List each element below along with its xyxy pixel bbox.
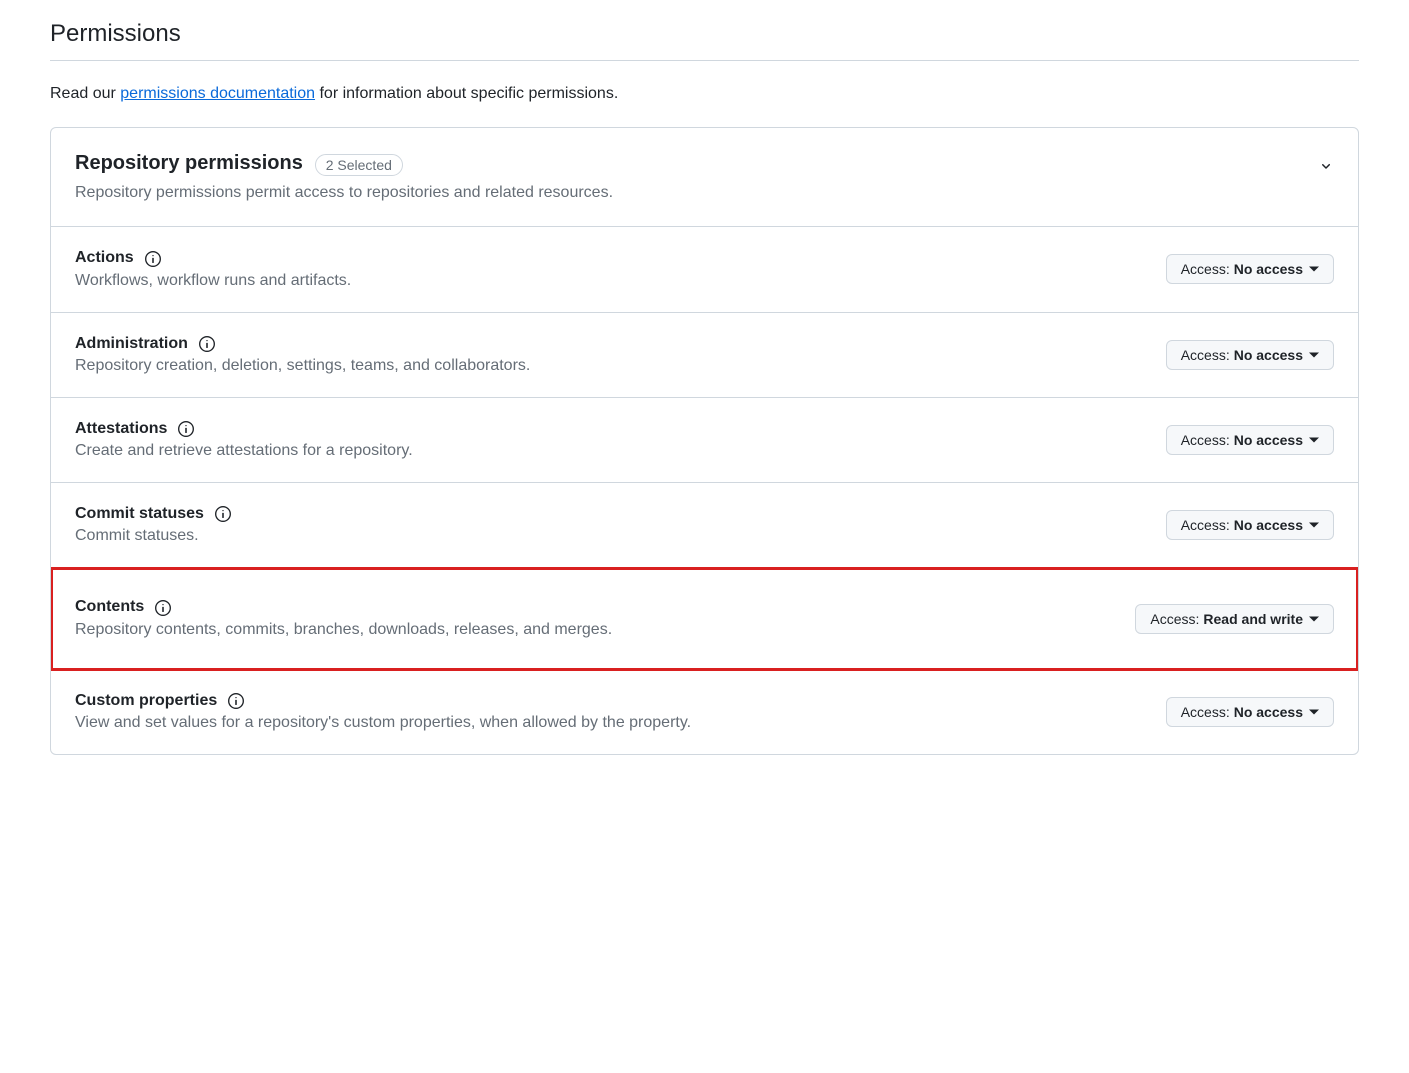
access-prefix: Access: [1181,517,1230,533]
caret-down-icon [1309,520,1319,530]
access-dropdown[interactable]: Access: No access [1166,697,1334,727]
access-prefix: Access: [1150,611,1199,627]
access-prefix: Access: [1181,704,1230,720]
permission-row: Contents Repository contents, commits, b… [51,568,1358,669]
info-icon[interactable] [144,250,162,268]
info-icon[interactable] [227,692,245,710]
selected-count-badge: 2 Selected [315,154,403,176]
access-value: No access [1234,432,1303,448]
panel-header[interactable]: Repository permissions 2 Selected Reposi… [51,128,1358,227]
caret-down-icon [1309,350,1319,360]
access-value: No access [1234,704,1303,720]
info-icon[interactable] [214,505,232,523]
permission-title: Attestations [75,420,167,437]
permission-desc: View and set values for a repository's c… [75,714,691,732]
access-dropdown[interactable]: Access: No access [1166,254,1334,284]
permission-title: Contents [75,598,144,615]
info-icon[interactable] [154,599,172,617]
permission-desc: Commit statuses. [75,527,232,545]
permission-title: Commit statuses [75,505,204,522]
permission-title: Actions [75,249,134,266]
info-icon[interactable] [198,335,216,353]
permission-desc: Create and retrieve attestations for a r… [75,442,413,460]
permission-row: Attestations Create and retrieve attesta… [51,398,1358,483]
permission-desc: Repository creation, deletion, settings,… [75,357,530,375]
panel-desc: Repository permissions permit access to … [75,184,613,202]
caret-down-icon [1309,264,1319,274]
access-value: Read and write [1203,611,1303,627]
access-dropdown[interactable]: Access: No access [1166,340,1334,370]
access-prefix: Access: [1181,432,1230,448]
intro-text: Read our permissions documentation for i… [50,85,1359,103]
intro-suffix: for information about specific permissio… [315,85,618,102]
access-dropdown[interactable]: Access: No access [1166,510,1334,540]
access-value: No access [1234,261,1303,277]
panel-title: Repository permissions [75,152,303,174]
chevron-down-icon [1318,158,1334,174]
page-title: Permissions [50,20,1359,61]
permission-desc: Repository contents, commits, branches, … [75,621,612,639]
caret-down-icon [1309,614,1319,624]
access-dropdown[interactable]: Access: No access [1166,425,1334,455]
intro-prefix: Read our [50,85,120,102]
access-value: No access [1234,347,1303,363]
permission-row: Actions Workflows, workflow runs and art… [51,227,1358,312]
info-icon[interactable] [177,420,195,438]
caret-down-icon [1309,707,1319,717]
permission-title: Custom properties [75,692,217,709]
permission-title: Administration [75,335,188,352]
permission-row: Administration Repository creation, dele… [51,313,1358,398]
permission-desc: Workflows, workflow runs and artifacts. [75,272,351,290]
repo-permissions-panel: Repository permissions 2 Selected Reposi… [50,127,1359,755]
permission-row: Custom properties View and set values fo… [51,670,1358,754]
permission-row: Commit statuses Commit statuses. Access:… [51,483,1358,568]
access-value: No access [1234,517,1303,533]
permissions-doc-link[interactable]: permissions documentation [120,85,315,102]
access-prefix: Access: [1181,261,1230,277]
caret-down-icon [1309,435,1319,445]
access-dropdown[interactable]: Access: Read and write [1135,604,1334,634]
access-prefix: Access: [1181,347,1230,363]
